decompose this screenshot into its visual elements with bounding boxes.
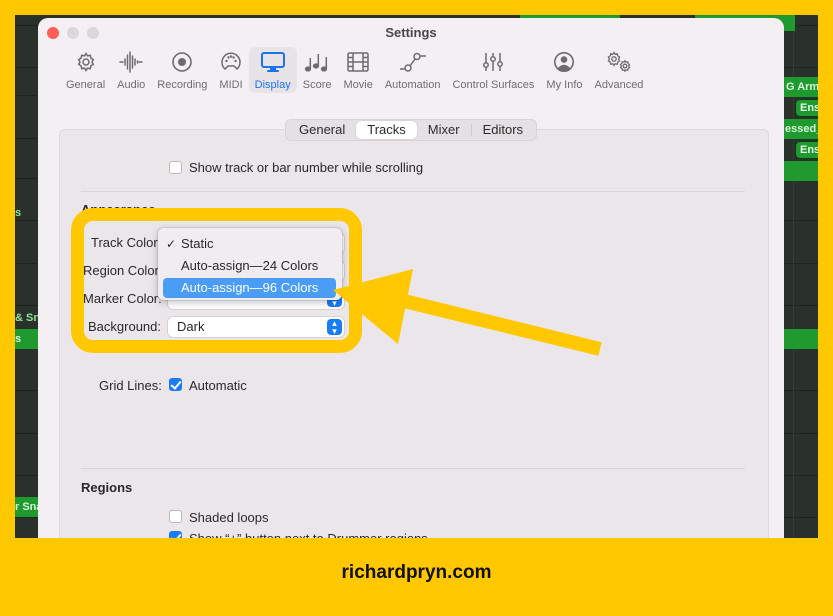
footer-website: richardpryn.com <box>341 562 492 583</box>
annotation-arrow-icon <box>333 269 602 356</box>
arrow-head <box>333 269 413 344</box>
arrow-shaft <box>378 288 602 356</box>
